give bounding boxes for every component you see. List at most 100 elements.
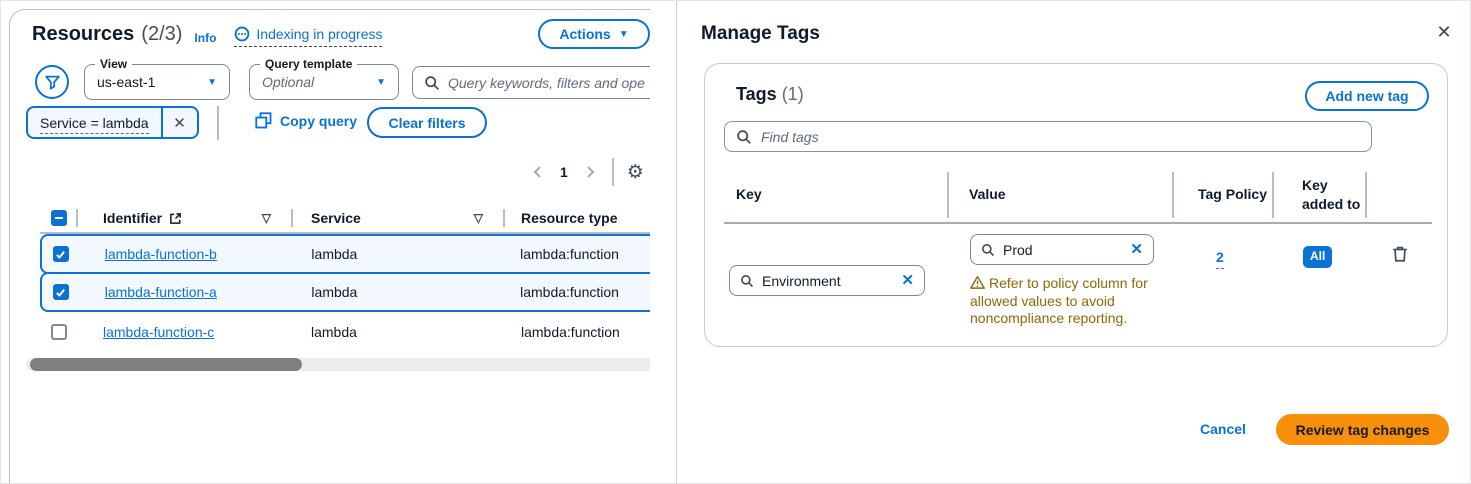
resource-identifier-link[interactable]: lambda-function-c (103, 324, 214, 340)
external-link-icon (170, 212, 182, 224)
add-new-tag-button[interactable]: Add new tag (1305, 81, 1429, 111)
resources-header: Resources (2/3) Info Indexing in progres… (32, 22, 383, 47)
view-label: View (95, 57, 133, 71)
chevron-right-icon (587, 166, 595, 178)
info-link[interactable]: Info (194, 31, 216, 45)
tag-key-input[interactable] (762, 272, 894, 289)
query-search-input[interactable] (448, 74, 646, 91)
row-checkbox[interactable] (52, 246, 69, 262)
resource-type-header-label: Resource type (521, 210, 618, 226)
resource-type-cell: lambda:function (521, 324, 620, 340)
clear-filters-label: Clear filters (388, 114, 466, 131)
filter-funnel-button[interactable] (35, 65, 69, 99)
review-tag-changes-button[interactable]: Review tag changes (1276, 414, 1449, 445)
table-row[interactable]: lambda-function-a lambda lambda:function (40, 272, 650, 312)
column-header-tag-policy: Tag Policy (1172, 167, 1272, 222)
table-row[interactable]: lambda-function-b lambda lambda:function (40, 234, 650, 274)
filter-chip-label: Service = lambda (40, 114, 149, 134)
find-tags-input[interactable] (761, 128, 1360, 145)
query-template-value: Optional (262, 74, 315, 90)
tag-key-box: ✕ (729, 265, 925, 296)
pagination: 1 ⚙ (525, 158, 648, 186)
sort-icon[interactable]: ▽ (474, 211, 483, 225)
actions-button[interactable]: Actions ▼ (538, 19, 650, 49)
chevron-left-icon (533, 166, 541, 178)
tags-title-label: Tags (736, 84, 777, 104)
view-select[interactable]: View us-east-1 ▼ (84, 57, 230, 100)
tags-table-header: Key Value Tag Policy Key added to (724, 167, 1432, 224)
chip-dismiss-icon[interactable]: ✕ (163, 114, 197, 132)
search-icon (425, 75, 439, 90)
tag-value-box: ✕ (970, 234, 1154, 265)
page-number[interactable]: 1 (551, 164, 577, 180)
add-new-tag-label: Add new tag (1325, 88, 1409, 104)
horizontal-scrollbar[interactable] (26, 358, 650, 371)
column-header-service[interactable]: Service ▽ (293, 204, 505, 232)
pagination-divider (611, 158, 614, 186)
panel-divider (676, 1, 677, 483)
policy-warning-text: Refer to policy column for allowed value… (970, 275, 1148, 326)
close-icon[interactable]: ✕ (1429, 17, 1459, 47)
actions-label: Actions (559, 26, 611, 42)
caret-down-icon: ▼ (376, 76, 386, 88)
column-header-key-added-to: Key added to (1272, 167, 1365, 222)
table-row[interactable]: lambda-function-c lambda lambda:function (40, 312, 650, 352)
view-value: us-east-1 (97, 74, 156, 90)
trash-icon (1393, 246, 1407, 262)
column-header-key: Key (736, 186, 762, 203)
tag-policy-link[interactable]: 2 (1216, 248, 1224, 270)
tag-value-input[interactable] (1003, 241, 1123, 258)
next-page-button[interactable] (577, 159, 603, 185)
search-icon (737, 129, 751, 144)
sort-icon[interactable]: ▽ (262, 211, 271, 225)
manage-tags-title: Manage Tags (701, 23, 820, 44)
previous-page-button[interactable] (525, 159, 551, 185)
delete-tag-button[interactable] (1391, 245, 1409, 266)
indexing-label: Indexing in progress (256, 26, 383, 42)
clear-filters-button[interactable]: Clear filters (367, 107, 487, 138)
tags-count: (1) (781, 84, 804, 104)
tag-row: ✕ ✕ Refer to policy column f (724, 224, 1432, 328)
query-search-box (412, 66, 650, 99)
query-template-select[interactable]: Query template Optional ▼ (249, 57, 399, 100)
column-header-resource-type[interactable]: Resource type (505, 204, 650, 232)
scrollbar-thumb[interactable] (30, 358, 302, 371)
service-cell: lambda (311, 246, 358, 262)
resource-count: (2/3) (141, 23, 183, 45)
resource-identifier-link[interactable]: lambda-function-a (105, 284, 217, 300)
key-added-to-badge[interactable]: All (1303, 246, 1333, 268)
row-checkbox[interactable] (52, 284, 69, 300)
clear-value-icon[interactable]: ✕ (1130, 240, 1143, 260)
caret-down-icon: ▼ (207, 76, 217, 88)
service-cell: lambda (311, 284, 358, 300)
identifier-header-label: Identifier (103, 210, 163, 226)
service-cell: lambda (311, 324, 357, 340)
resource-identifier-link[interactable]: lambda-function-b (105, 246, 217, 262)
check-icon (56, 288, 66, 297)
resources-card: Resources (2/3) Info Indexing in progres… (9, 9, 650, 483)
pending-icon (235, 26, 250, 42)
toolbar-divider (217, 106, 219, 140)
select-all-checkbox[interactable] (51, 210, 67, 226)
row-checkbox[interactable] (51, 324, 67, 340)
check-icon (56, 250, 66, 259)
query-template-label: Query template (260, 57, 358, 71)
tags-card-title: Tags (1) (736, 84, 804, 105)
funnel-icon (44, 75, 60, 90)
resources-table: Identifier ▽ Service ▽ Resource type lam… (40, 204, 650, 352)
search-icon (982, 243, 995, 256)
indexing-status-link[interactable]: Indexing in progress (234, 26, 383, 47)
gear-icon[interactable]: ⚙ (623, 161, 648, 184)
cancel-button[interactable]: Cancel (1200, 421, 1246, 437)
service-header-label: Service (311, 210, 361, 226)
column-header-actions (1365, 167, 1432, 222)
copy-query-button[interactable]: Copy query (255, 112, 357, 129)
warning-icon (970, 275, 985, 289)
copy-icon (255, 112, 272, 129)
tags-table: Key Value Tag Policy Key added to ✕ (724, 167, 1432, 328)
clear-key-icon[interactable]: ✕ (901, 271, 914, 291)
search-icon (741, 274, 754, 287)
select-all-cell (40, 204, 78, 232)
column-header-identifier[interactable]: Identifier ▽ (78, 204, 293, 232)
tags-card: Tags(1) Add new tag Key Value Tag Policy… (704, 63, 1448, 347)
